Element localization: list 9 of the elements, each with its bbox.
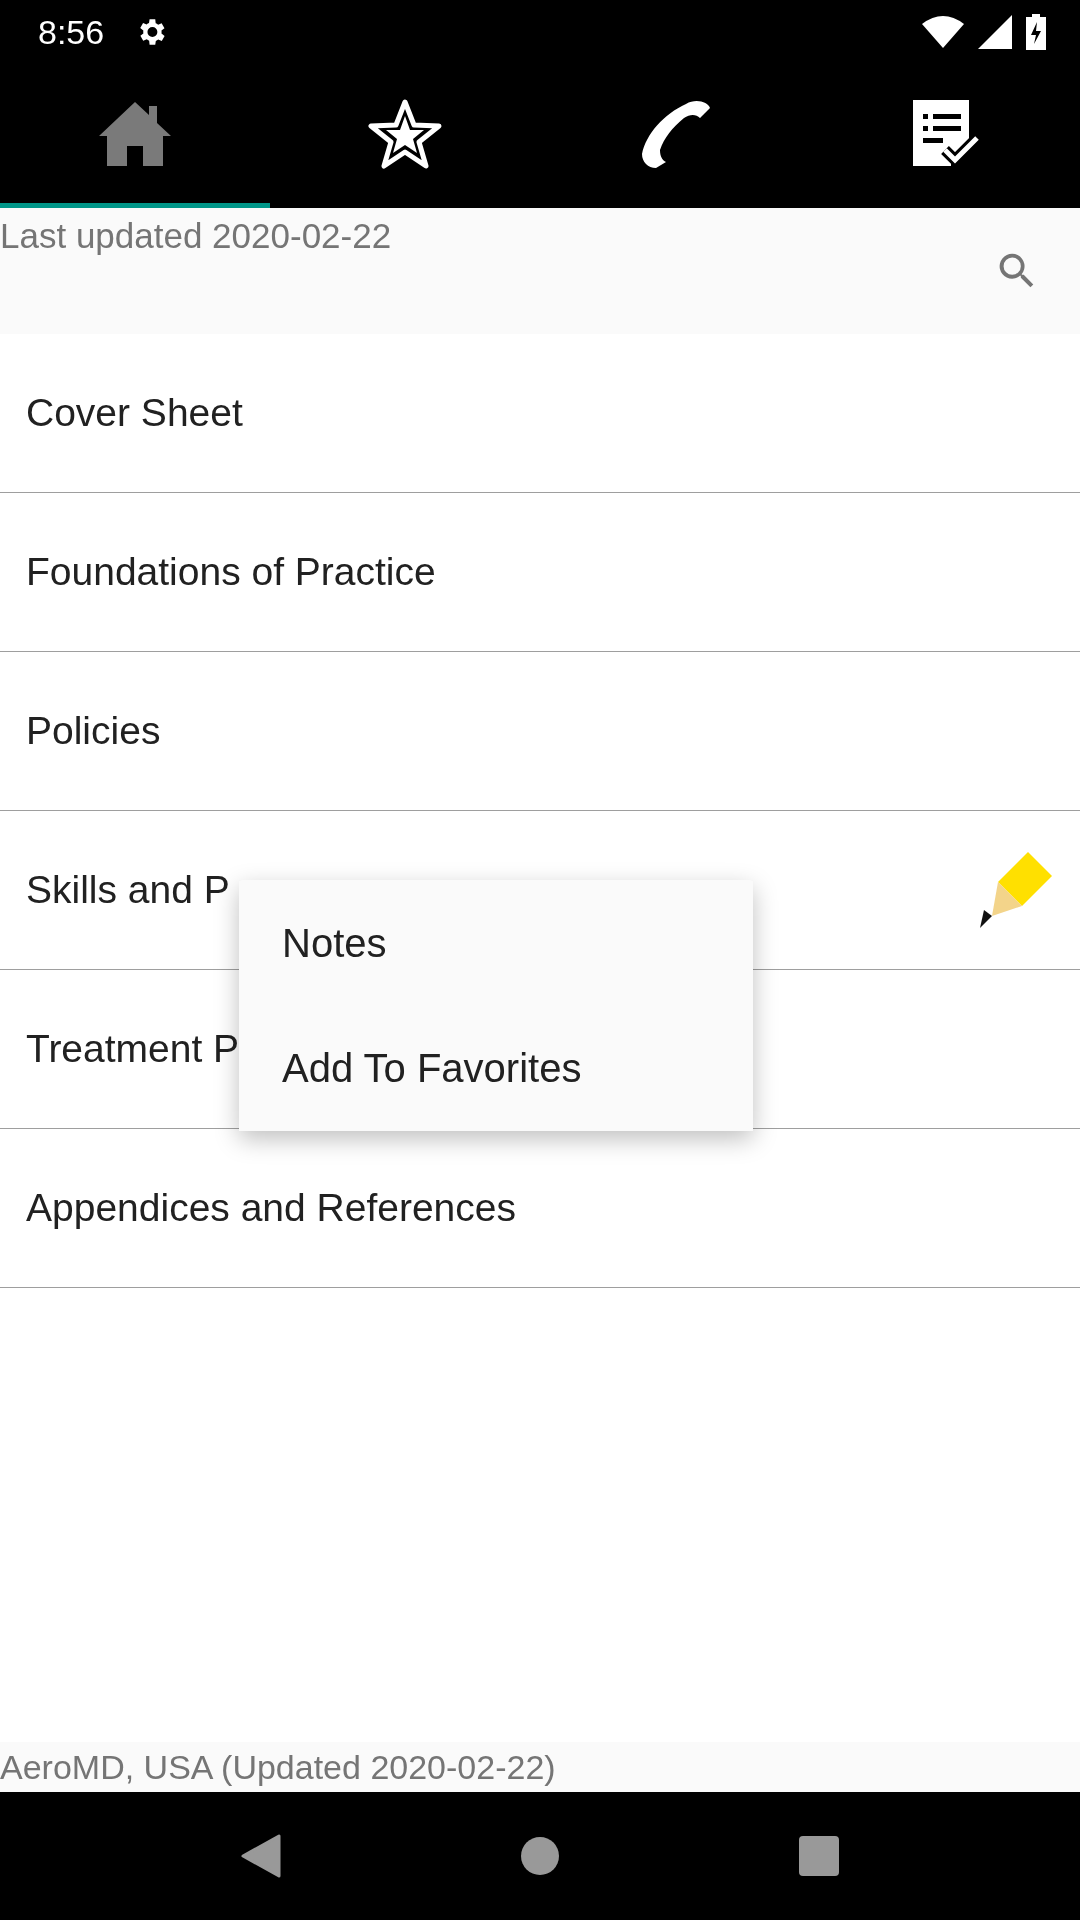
footer-text: AeroMD, USA (Updated 2020-02-22)	[0, 1747, 556, 1787]
status-time: 8:56	[38, 12, 105, 52]
item-label: Skills and P	[26, 868, 230, 912]
item-label: Treatment P	[26, 1027, 240, 1071]
item-label: Policies	[26, 709, 161, 753]
last-updated-text: Last updated 2020-02-22	[0, 215, 392, 256]
item-label: Cover Sheet	[26, 391, 243, 435]
item-label: Foundations of Practice	[26, 550, 436, 594]
item-label: Appendices and References	[26, 1186, 516, 1230]
